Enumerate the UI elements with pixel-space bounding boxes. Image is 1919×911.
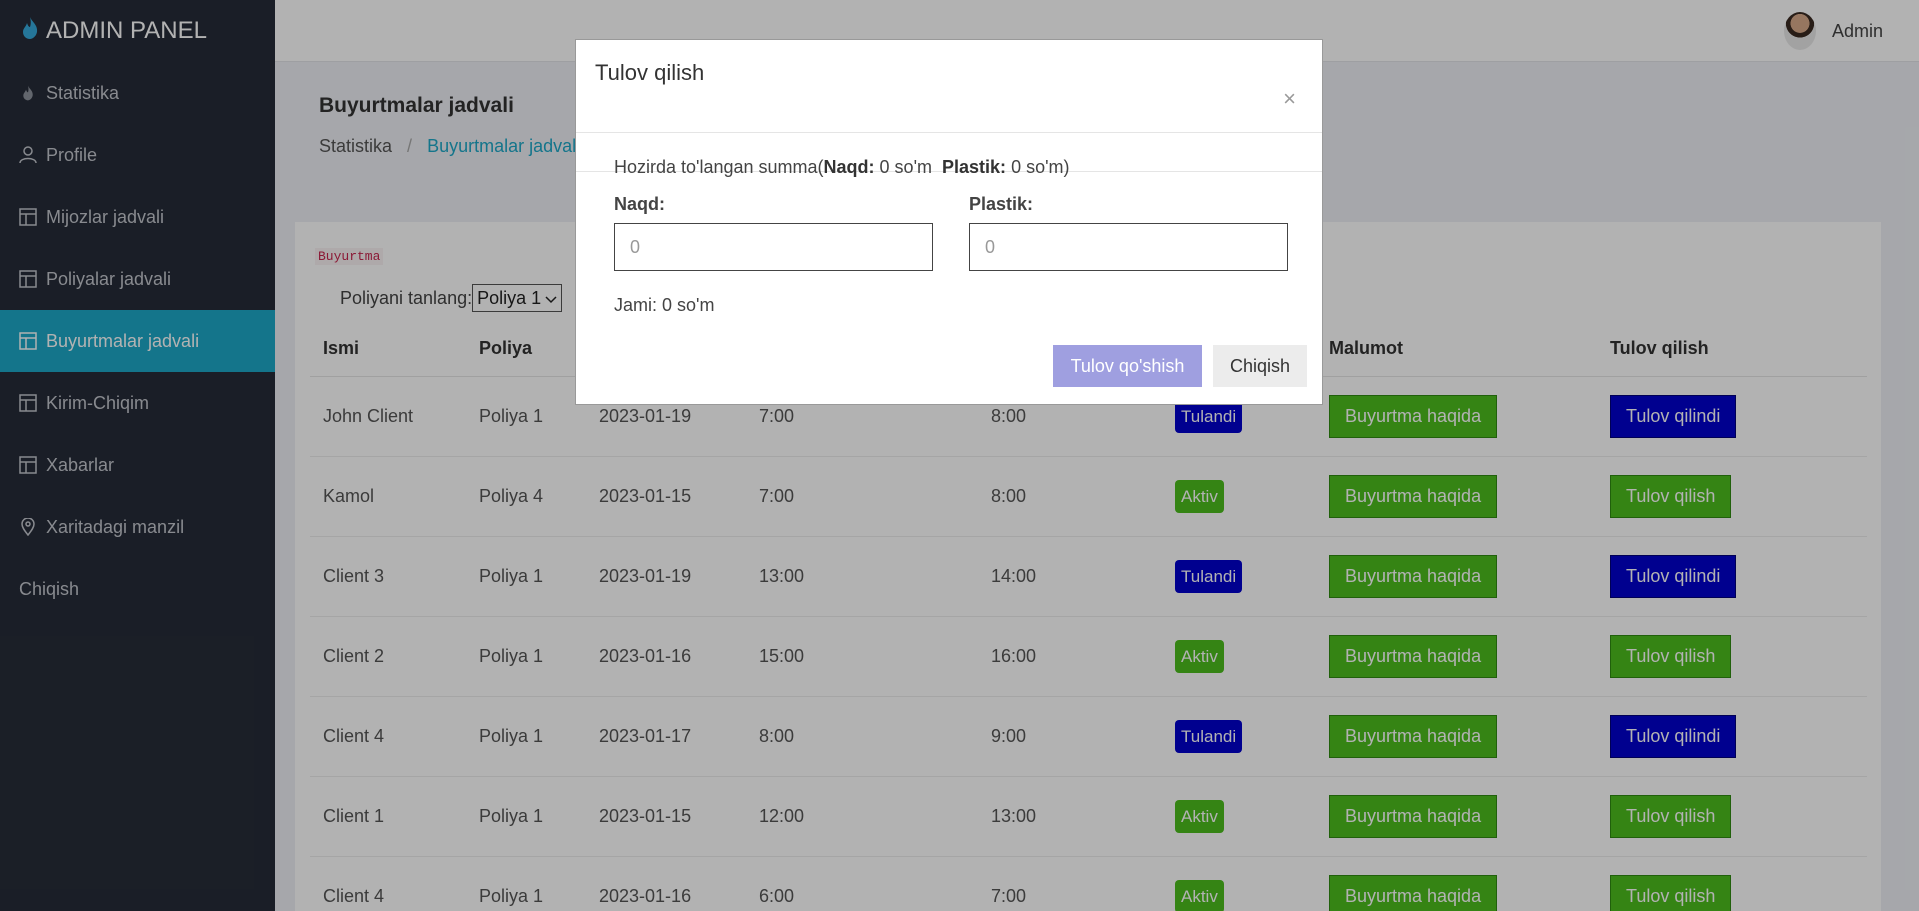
close-icon[interactable]: × [1283,88,1296,110]
card-input[interactable]: 0 [969,223,1288,271]
payment-modal: Tulov qilish × Hozirda to'langan summa(N… [575,39,1323,405]
current-card-label: Plastik: [942,157,1007,177]
modal-divider [576,132,1322,133]
add-payment-button[interactable]: Tulov qo'shish [1053,345,1202,387]
card-label: Plastik: [969,194,1034,214]
cash-label: Naqd: [614,194,665,214]
current-cash-value: 0 so'm [879,157,932,177]
total-sum: Jami: 0 so'm [614,295,715,315]
current-card-value: 0 so'm) [1011,157,1070,177]
modal-title: Tulov qilish [595,60,705,85]
cash-input[interactable]: 0 [614,223,933,271]
current-sum-prefix: Hozirda to'langan summa( [614,157,824,177]
current-cash-label: Naqd: [823,157,875,177]
current-paid-sum: Hozirda to'langan summa(Naqd: 0 so'm Pla… [614,157,1070,178]
exit-button[interactable]: Chiqish [1213,345,1307,387]
